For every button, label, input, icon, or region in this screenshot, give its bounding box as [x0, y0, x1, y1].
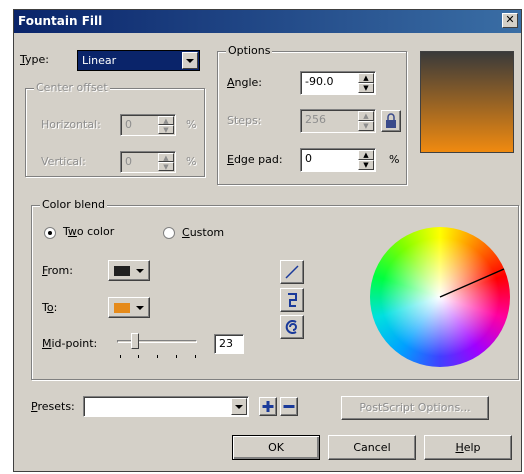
- center-offset-group: Center offset Horizontal: 0 ▲ ▼ % Vertica…: [25, 81, 205, 177]
- chevron-down-icon: [136, 269, 144, 273]
- midpoint-slider-track[interactable]: [117, 340, 197, 343]
- to-label: To:: [42, 301, 58, 314]
- from-label: From:: [42, 264, 73, 277]
- steps-label: Steps:: [227, 114, 262, 127]
- steps-value: 256: [305, 113, 326, 126]
- help-button[interactable]: Help: [424, 435, 512, 460]
- postscript-options-button[interactable]: PostScript Options...: [341, 396, 489, 420]
- edge-pad-input[interactable]: 0 ▲ ▼: [300, 148, 376, 172]
- close-icon: ✕: [505, 13, 515, 26]
- to-color-swatch: [114, 303, 130, 313]
- window-title: Fountain Fill: [18, 14, 103, 28]
- type-select[interactable]: Linear: [77, 50, 200, 71]
- postscript-options-label: PostScript Options...: [359, 401, 471, 414]
- angle-input[interactable]: -90.0 ▲ ▼: [300, 71, 376, 95]
- clockwise-path-button[interactable]: [280, 315, 304, 339]
- title-bar[interactable]: Fountain Fill ✕: [14, 10, 521, 33]
- to-color-button[interactable]: [108, 297, 150, 318]
- lock-icon: [386, 113, 396, 128]
- options-legend: Options: [226, 44, 273, 57]
- presets-label: Presets:: [31, 400, 75, 413]
- vertical-label: Vertical:: [41, 155, 86, 168]
- vertical-spinner[interactable]: ▲ ▼: [158, 153, 174, 171]
- direct-path-button[interactable]: [280, 260, 304, 284]
- lock-button[interactable]: [381, 110, 401, 132]
- hue-indicator: [439, 268, 505, 298]
- from-color-button[interactable]: [108, 260, 150, 281]
- horizontal-label: Horizontal:: [41, 118, 101, 131]
- angle-value: -90.0: [305, 75, 334, 88]
- vertical-input[interactable]: 0 ▲ ▼: [120, 151, 176, 173]
- angle-label: Angle:: [227, 76, 263, 89]
- add-preset-button[interactable]: [259, 397, 277, 416]
- custom-label: Custom: [182, 226, 225, 239]
- chevron-down-icon: [136, 306, 144, 310]
- presets-select[interactable]: [83, 396, 249, 417]
- color-blend-group: Color blend Two color Custom From: To: M…: [31, 198, 519, 380]
- type-value: Linear: [82, 54, 117, 67]
- vertical-value: 0: [125, 155, 132, 168]
- edge-pad-unit: %: [389, 153, 400, 166]
- vertical-unit: %: [186, 155, 197, 168]
- chevron-down-icon: [235, 405, 243, 409]
- midpoint-value: 23: [219, 337, 233, 350]
- horizontal-input[interactable]: 0 ▲ ▼: [120, 114, 176, 136]
- midpoint-input[interactable]: 23: [214, 334, 244, 354]
- options-group: Options Angle: -90.0 ▲ ▼ Steps: 256 ▲ ▼ Ed…: [217, 44, 407, 185]
- two-color-radio[interactable]: [44, 227, 56, 239]
- custom-radio[interactable]: [163, 227, 175, 239]
- help-label-rest: elp: [463, 441, 481, 454]
- chevron-down-icon: [186, 59, 194, 63]
- color-wheel[interactable]: [370, 227, 510, 367]
- ok-button[interactable]: OK: [232, 435, 320, 460]
- help-label: H: [455, 441, 464, 454]
- type-label: Type:: [20, 53, 49, 66]
- edge-pad-value: 0: [305, 152, 312, 165]
- horizontal-unit: %: [186, 118, 197, 131]
- angle-spinner[interactable]: ▲ ▼: [358, 73, 374, 93]
- horizontal-value: 0: [125, 118, 132, 131]
- clockwise-icon: [285, 320, 297, 334]
- from-color-swatch: [114, 266, 130, 276]
- edge-pad-spinner[interactable]: ▲ ▼: [358, 150, 374, 170]
- remove-preset-button[interactable]: [280, 397, 298, 416]
- ok-label: OK: [268, 441, 284, 454]
- gradient-preview: [420, 51, 514, 153]
- midpoint-label: Mid-point:: [42, 337, 98, 350]
- midpoint-slider-thumb[interactable]: [131, 333, 140, 349]
- minus-icon: [283, 405, 295, 408]
- steps-input[interactable]: 256 ▲ ▼: [300, 109, 376, 133]
- slider-ticks: [120, 355, 196, 358]
- line-direction-icon: [285, 265, 299, 279]
- color-blend-legend: Color blend: [40, 198, 107, 211]
- fountain-fill-dialog: Fountain Fill ✕ Type: Linear Center offs…: [13, 9, 522, 472]
- cancel-button[interactable]: Cancel: [328, 435, 416, 460]
- counterclockwise-path-button[interactable]: [280, 288, 304, 312]
- steps-spinner[interactable]: ▲ ▼: [358, 111, 374, 131]
- plus-icon: [262, 401, 274, 412]
- close-button[interactable]: ✕: [502, 13, 518, 28]
- cancel-label: Cancel: [353, 441, 391, 454]
- edge-pad-label: Edge pad:: [227, 153, 283, 166]
- two-color-label: Two color: [63, 225, 115, 238]
- center-offset-legend: Center offset: [34, 81, 110, 94]
- horizontal-spinner[interactable]: ▲ ▼: [158, 116, 174, 134]
- counterclockwise-icon: [288, 293, 297, 307]
